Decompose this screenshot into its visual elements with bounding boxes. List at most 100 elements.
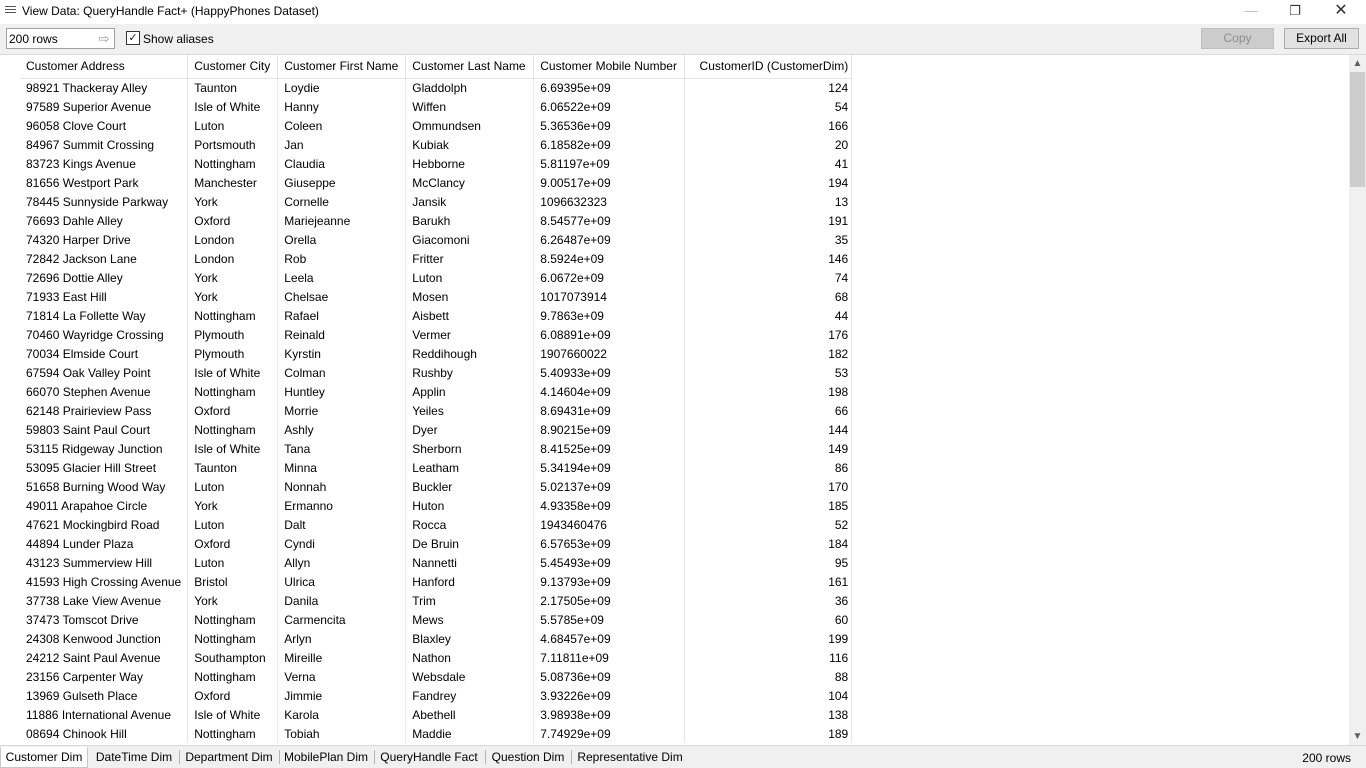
table-cell[interactable]: 170 — [684, 477, 853, 496]
table-cell[interactable]: 23156 Carpenter Way — [20, 667, 189, 686]
table-cell[interactable]: York — [187, 496, 279, 515]
table-cell[interactable]: 44 — [684, 306, 853, 325]
scroll-down-icon[interactable]: ▼ — [1349, 728, 1366, 745]
copy-button[interactable]: Copy — [1201, 28, 1274, 49]
table-cell[interactable]: Chelsae — [277, 287, 407, 306]
table-cell[interactable]: 53115 Ridgeway Junction — [20, 439, 189, 458]
table-cell[interactable]: Manchester — [187, 173, 279, 192]
export-all-button[interactable]: Export All — [1284, 28, 1359, 49]
table-cell[interactable]: Luton — [405, 268, 535, 287]
table-cell[interactable]: Oxford — [187, 686, 279, 705]
table-row[interactable]: 43123 Summerview Hill Luton Allyn Nannetti 5… — [20, 553, 853, 572]
table-cell[interactable]: Ommundsen — [405, 116, 535, 135]
column-header[interactable]: CustomerID (CustomerDim) — [684, 55, 853, 79]
table-row[interactable]: 98921 Thackeray Alley Taunton Loydie Gladdo… — [20, 78, 853, 97]
table-row[interactable]: 13969 Gulseth Place Oxford Jimmie Fandrey 3.… — [20, 686, 853, 705]
table-cell[interactable]: Leatham — [405, 458, 535, 477]
table-cell[interactable]: 9.00517e+09 — [533, 173, 686, 192]
table-cell[interactable]: Oxford — [187, 401, 279, 420]
table-cell[interactable]: 78445 Sunnyside Parkway — [20, 192, 189, 211]
table-cell[interactable]: Giacomoni — [405, 230, 535, 249]
table-cell[interactable]: 9.7863e+09 — [533, 306, 686, 325]
table-cell[interactable]: Kyrstin — [277, 344, 407, 363]
table-cell[interactable]: Plymouth — [187, 344, 279, 363]
table-cell[interactable]: Portsmouth — [187, 135, 279, 154]
table-cell[interactable]: Abethell — [405, 705, 535, 724]
table-cell[interactable]: 4.14604e+09 — [533, 382, 686, 401]
table-row[interactable]: 72696 Dottie Alley York Leela Luton 6.0672e+… — [20, 268, 853, 287]
table-cell[interactable]: 7.11811e+09 — [533, 648, 686, 667]
table-cell[interactable]: 71933 East Hill — [20, 287, 189, 306]
table-cell[interactable]: Ashly — [277, 420, 407, 439]
table-cell[interactable]: Allyn — [277, 553, 407, 572]
table-cell[interactable]: Isle of White — [187, 363, 279, 382]
table-cell[interactable]: 71814 La Follette Way — [20, 306, 189, 325]
table-cell[interactable]: 66070 Stephen Avenue — [20, 382, 189, 401]
table-cell[interactable]: Reinald — [277, 325, 407, 344]
table-cell[interactable]: 24212 Saint Paul Avenue — [20, 648, 189, 667]
table-cell[interactable]: Minna — [277, 458, 407, 477]
tab-mobileplan-dim[interactable]: MobilePlan Dim — [281, 747, 371, 768]
table-cell[interactable]: 6.57653e+09 — [533, 534, 686, 553]
table-cell[interactable]: 35 — [684, 230, 853, 249]
table-cell[interactable]: London — [187, 249, 279, 268]
tab-representative-dim[interactable]: Representative Dim — [573, 747, 687, 768]
table-cell[interactable]: 13969 Gulseth Place — [20, 686, 189, 705]
table-row[interactable]: 62148 Prairieview Pass Oxford Morrie Yeiles… — [20, 401, 853, 420]
table-cell[interactable]: Maddie — [405, 724, 535, 743]
table-cell[interactable]: Isle of White — [187, 97, 279, 116]
table-cell[interactable]: Bristol — [187, 572, 279, 591]
table-row[interactable]: 51658 Burning Wood Way Luton Nonnah Buckler… — [20, 477, 853, 496]
table-cell[interactable]: 24308 Kenwood Junction — [20, 629, 189, 648]
table-cell[interactable]: 176 — [684, 325, 853, 344]
table-cell[interactable]: 95 — [684, 553, 853, 572]
table-row[interactable]: 70034 Elmside Court Plymouth Kyrstin Reddih… — [20, 344, 853, 363]
table-cell[interactable]: 53 — [684, 363, 853, 382]
table-cell[interactable]: 11886 International Avenue — [20, 705, 189, 724]
table-cell[interactable]: 81656 Westport Park — [20, 173, 189, 192]
table-cell[interactable]: Hanny — [277, 97, 407, 116]
table-cell[interactable]: Barukh — [405, 211, 535, 230]
table-cell[interactable]: Taunton — [187, 458, 279, 477]
table-cell[interactable]: Cyndi — [277, 534, 407, 553]
table-cell[interactable]: Gladdolph — [405, 78, 535, 97]
table-cell[interactable]: 191 — [684, 211, 853, 230]
scroll-up-icon[interactable]: ▲ — [1349, 55, 1366, 72]
table-cell[interactable]: Buckler — [405, 477, 535, 496]
table-cell[interactable]: Rushby — [405, 363, 535, 382]
table-cell[interactable]: 146 — [684, 249, 853, 268]
table-cell[interactable]: 70034 Elmside Court — [20, 344, 189, 363]
table-cell[interactable]: 37473 Tomscot Drive — [20, 610, 189, 629]
table-row[interactable]: 08694 Chinook Hill Nottingham Tobiah Maddie… — [20, 724, 853, 743]
table-cell[interactable]: 59803 Saint Paul Court — [20, 420, 189, 439]
show-aliases-checkbox[interactable]: ✓ — [126, 31, 140, 45]
table-cell[interactable]: 86 — [684, 458, 853, 477]
table-row[interactable]: 53115 Ridgeway Junction Isle of White Tana… — [20, 439, 853, 458]
table-cell[interactable]: Luton — [187, 116, 279, 135]
table-cell[interactable]: 5.34194e+09 — [533, 458, 686, 477]
table-cell[interactable]: Wiffen — [405, 97, 535, 116]
table-cell[interactable]: 184 — [684, 534, 853, 553]
table-cell[interactable]: 6.26487e+09 — [533, 230, 686, 249]
table-cell[interactable]: Mireille — [277, 648, 407, 667]
table-row[interactable]: 49011 Arapahoe Circle York Ermanno Huton 4.9… — [20, 496, 853, 515]
table-cell[interactable]: 8.69431e+09 — [533, 401, 686, 420]
table-cell[interactable]: 6.69395e+09 — [533, 78, 686, 97]
table-cell[interactable]: Fritter — [405, 249, 535, 268]
table-cell[interactable]: 5.36536e+09 — [533, 116, 686, 135]
table-cell[interactable]: 182 — [684, 344, 853, 363]
table-cell[interactable]: Southampton — [187, 648, 279, 667]
table-cell[interactable]: 1907660022 — [533, 344, 686, 363]
table-cell[interactable]: Applin — [405, 382, 535, 401]
table-cell[interactable]: 20 — [684, 135, 853, 154]
table-row[interactable]: 66070 Stephen Avenue Nottingham Huntley App… — [20, 382, 853, 401]
table-cell[interactable]: York — [187, 591, 279, 610]
table-cell[interactable]: 1096632323 — [533, 192, 686, 211]
table-cell[interactable]: 3.98938e+09 — [533, 705, 686, 724]
table-cell[interactable]: Rafael — [277, 306, 407, 325]
table-row[interactable]: 41593 High Crossing Avenue Bristol Ulrica H… — [20, 572, 853, 591]
table-cell[interactable]: Huntley — [277, 382, 407, 401]
table-cell[interactable]: Oxford — [187, 211, 279, 230]
table-cell[interactable]: Carmencita — [277, 610, 407, 629]
table-cell[interactable]: Nottingham — [187, 629, 279, 648]
